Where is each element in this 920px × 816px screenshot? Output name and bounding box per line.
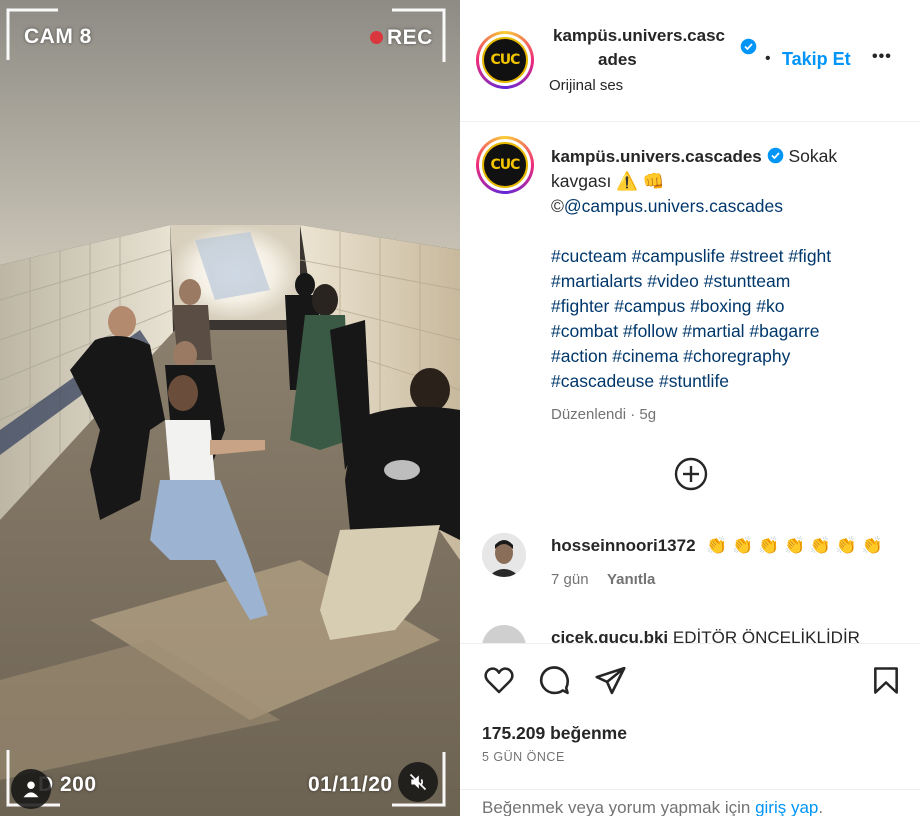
post-header: CUC kampüs.univers.casc ades • Takip Et … [460, 0, 920, 122]
avatar-logo: CUC [482, 37, 528, 83]
post-side-panel: CUC kampüs.univers.casc ades • Takip Et … [460, 0, 920, 816]
follow-button[interactable]: Takip Et [782, 49, 851, 70]
like-count[interactable]: 175.209 beğenme [482, 723, 627, 744]
share-icon[interactable] [594, 664, 627, 697]
post-caption: kampüs.univers.cascades Sokak kavgası ⚠️… [551, 144, 891, 427]
comment-time: 7 gün [551, 571, 589, 588]
heart-icon[interactable] [482, 664, 516, 696]
comment-username[interactable]: cicek.gucu.bki [551, 628, 668, 643]
copyright-symbol: © [551, 196, 564, 216]
mention-link[interactable]: @campus.univers.cascades [564, 196, 783, 216]
comment: hosseinnoori1372 👏 👏 👏 👏 👏 👏 👏 [551, 536, 883, 556]
more-options-button[interactable]: ••• [872, 48, 892, 66]
hashtag-line[interactable]: #cascadeuse #stuntlife [551, 369, 891, 394]
comment-username[interactable]: hosseinnoori1372 [551, 536, 696, 555]
comments-section[interactable]: CUC kampüs.univers.cascades Sokak kavgas… [460, 123, 920, 643]
user-tag-button[interactable] [11, 769, 51, 809]
verified-badge-icon [740, 38, 757, 55]
mute-button[interactable] [398, 762, 438, 802]
load-more-comments-icon[interactable] [674, 457, 708, 491]
hashtag-line[interactable]: #action #cinema #choregraphy [551, 344, 891, 369]
hashtag-line[interactable]: #fighter #campus #boxing #ko [551, 294, 891, 319]
caption-author-avatar[interactable]: CUC [476, 136, 534, 194]
post-actions: 175.209 beğenme 5 GÜN ÖNCE Beğenmek veya… [460, 643, 920, 816]
caption-meta: Düzenlendi · 5g [551, 406, 657, 423]
date-stamp: 01/11/20 [308, 773, 393, 796]
author-username[interactable]: kampüs.univers.casc ades [553, 24, 725, 72]
comment-icon[interactable] [538, 664, 571, 697]
video-player[interactable]: CAM 8 REC D 200 01/11/20 [0, 0, 460, 816]
caption-text-line2: kavgası ⚠️ 👊 [551, 171, 665, 191]
post-time-ago: 5 GÜN ÖNCE [482, 750, 565, 764]
login-prompt-text: Beğenmek veya yorum yapmak için [482, 798, 756, 816]
login-prompt-suffix: . [818, 798, 824, 816]
user-icon [23, 781, 39, 798]
caption-text-line1: Sokak [788, 146, 838, 166]
caption-username[interactable]: kampüs.univers.cascades [551, 147, 762, 166]
comment: cicek.gucu.bki EDİTÖR ÖNCELİKLİDİR [551, 628, 860, 643]
login-prompt: Beğenmek veya yorum yapmak için giriş ya… [460, 789, 920, 816]
hashtag-line[interactable]: #combat #follow #martial #bagarre [551, 319, 891, 344]
comment-meta: 7 gün Yanıtla [551, 571, 655, 589]
header-separator: • [765, 50, 771, 67]
bookmark-icon[interactable] [870, 664, 902, 697]
verified-badge-icon [767, 147, 783, 164]
hashtag-line[interactable]: #cucteam #campuslife #street #fight [551, 244, 891, 269]
rec-label: REC [387, 26, 433, 49]
commenter-avatar[interactable] [482, 533, 526, 577]
video-frame [0, 0, 460, 816]
commenter-avatar[interactable] [482, 625, 526, 643]
speaker-muted-icon [409, 773, 427, 791]
login-link[interactable]: giriş yap [755, 798, 818, 816]
audio-label[interactable]: Orijinal ses [549, 77, 623, 94]
rec-indicator-dot [370, 31, 383, 44]
reply-button[interactable]: Yanıtla [607, 571, 655, 588]
comment-text: 👏 👏 👏 👏 👏 👏 👏 [706, 536, 883, 555]
avatar-logo: CUC [482, 142, 528, 188]
comment-text: EDİTÖR ÖNCELİKLİDİR [672, 628, 860, 643]
avatar-photo [482, 533, 526, 577]
author-avatar[interactable]: CUC [476, 31, 534, 89]
hashtag-line[interactable]: #martialarts #video #stuntteam [551, 269, 891, 294]
camera-label: CAM 8 [24, 25, 92, 48]
